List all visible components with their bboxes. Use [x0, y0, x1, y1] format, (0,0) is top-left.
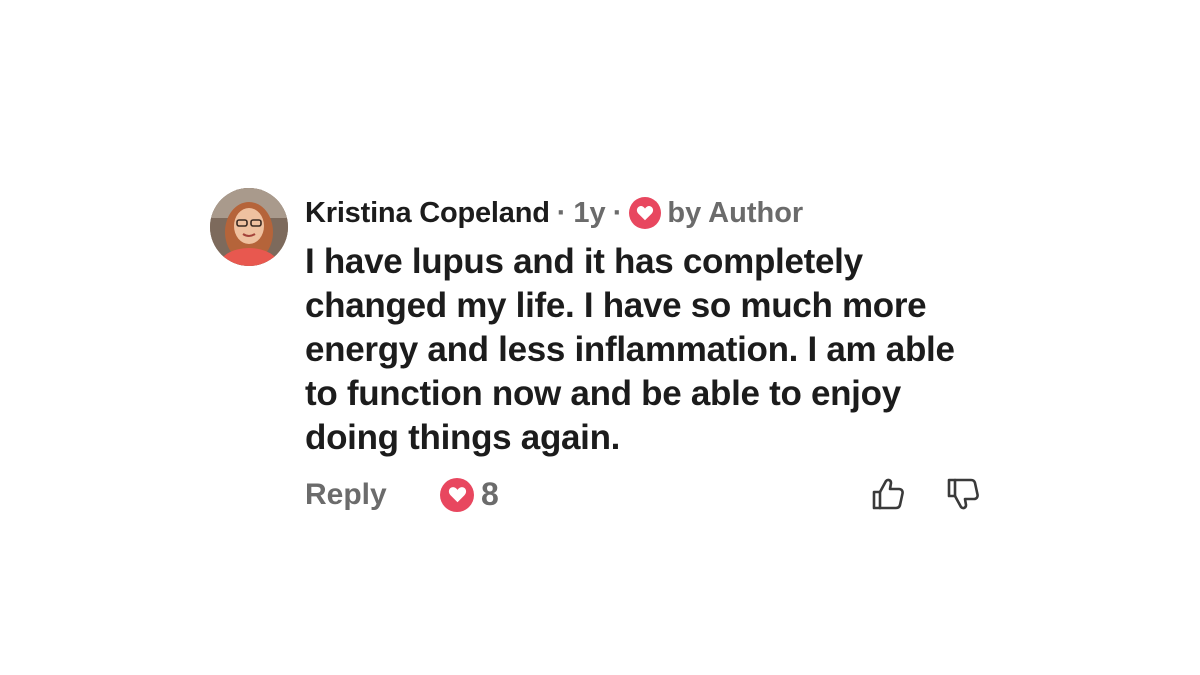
thumbs-down-icon[interactable]: [945, 476, 981, 512]
thumbs-up-icon[interactable]: [870, 476, 906, 512]
comment-text: I have lupus and it has completely chang…: [305, 242, 955, 457]
separator: ·: [612, 196, 623, 229]
comment-age: 1y: [573, 196, 606, 229]
comment-header: Kristina Copeland · 1y · by Author: [305, 188, 1005, 238]
avatar-photo: [210, 188, 288, 266]
avatar[interactable]: [210, 188, 288, 266]
comment-content: Kristina Copeland · 1y · by Author I hav…: [305, 188, 1005, 530]
reply-button[interactable]: Reply: [305, 478, 387, 512]
heart-icon: [629, 197, 662, 229]
like-count: 8: [481, 476, 499, 512]
like-count-display[interactable]: 8: [440, 476, 499, 513]
heart-icon: [440, 477, 474, 512]
loved-by-author: by Author: [667, 196, 804, 229]
separator: ·: [556, 196, 567, 229]
comment-actions: Reply 8: [305, 470, 1005, 530]
author-name[interactable]: Kristina Copeland: [305, 197, 550, 230]
